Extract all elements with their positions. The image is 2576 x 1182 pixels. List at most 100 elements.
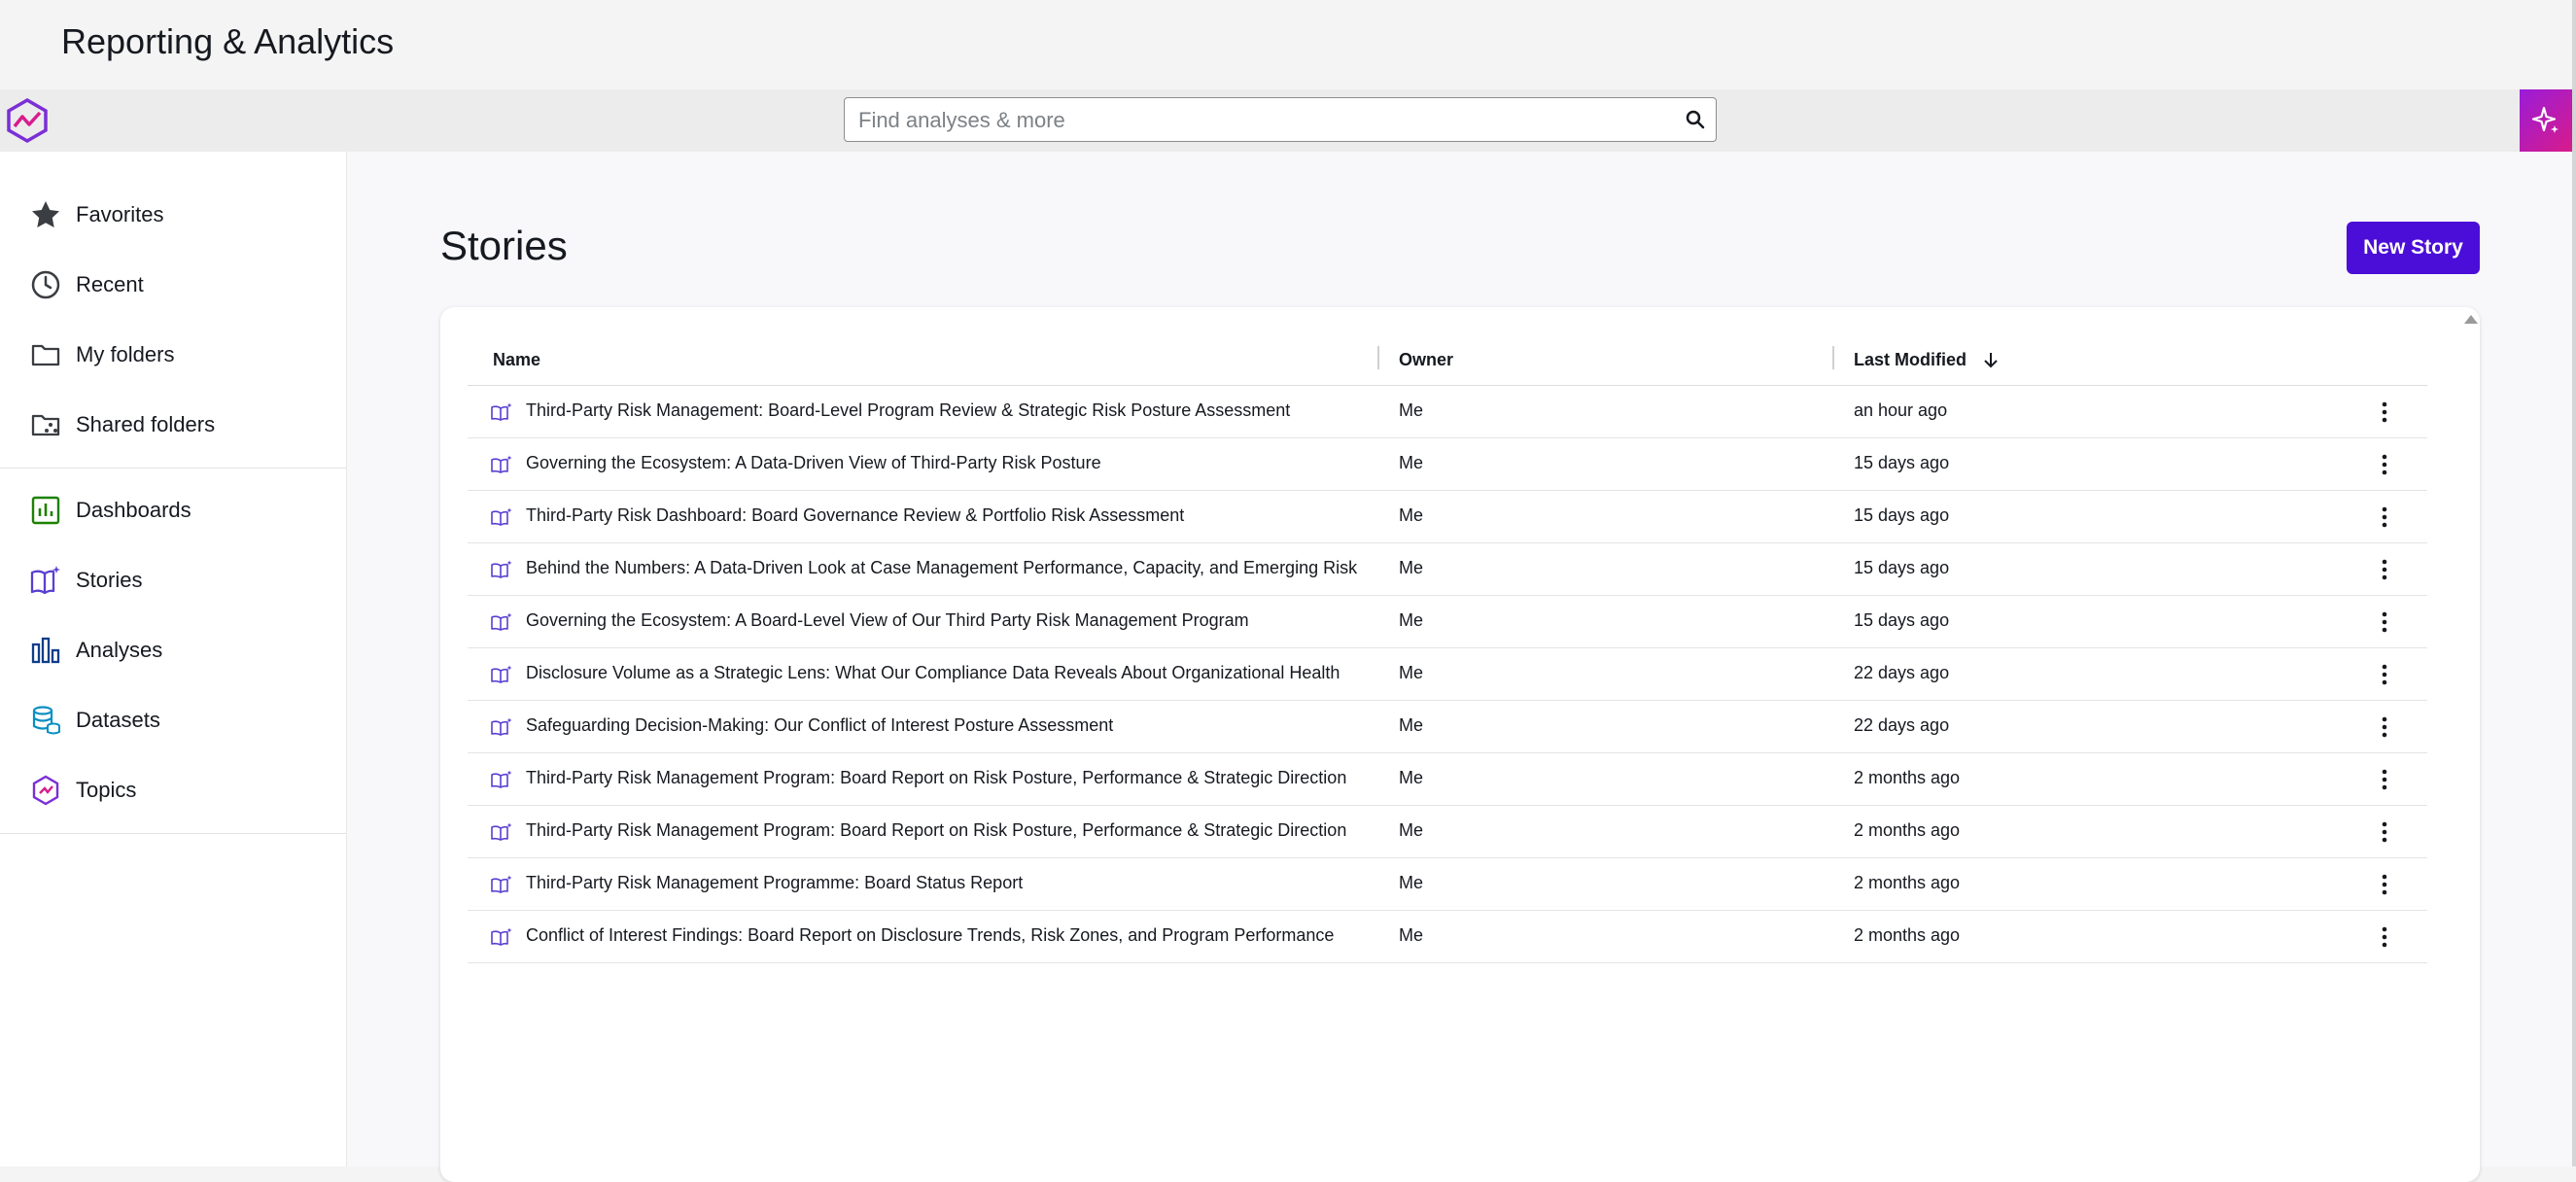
sidebar-divider bbox=[0, 833, 346, 834]
story-icon bbox=[491, 717, 512, 736]
story-last-modified: 22 days ago bbox=[1854, 663, 1950, 682]
table-row[interactable]: Third-Party Risk Management Programme: B… bbox=[468, 858, 2427, 911]
table-row[interactable]: Conflict of Interest Findings: Board Rep… bbox=[468, 911, 2427, 963]
search-icon[interactable] bbox=[1685, 109, 1706, 130]
sidebar-item-favorites[interactable]: Favorites bbox=[29, 195, 163, 234]
search-input[interactable] bbox=[856, 98, 1677, 143]
story-owner: Me bbox=[1399, 558, 1424, 577]
search-box[interactable] bbox=[844, 97, 1717, 143]
story-owner: Me bbox=[1399, 400, 1424, 420]
story-owner: Me bbox=[1399, 715, 1424, 735]
table-row[interactable]: Governing the Ecosystem: A Board-Level V… bbox=[468, 596, 2427, 648]
table-body: Third-Party Risk Management: Board-Level… bbox=[468, 386, 2427, 963]
story-icon bbox=[491, 770, 512, 788]
sidebar-item-label: My folders bbox=[76, 342, 175, 366]
table-row[interactable]: Safeguarding Decision-Making: Our Confli… bbox=[468, 701, 2427, 753]
story-name-link[interactable]: Disclosure Volume as a Strategic Lens: W… bbox=[526, 663, 1393, 683]
more-options-icon[interactable] bbox=[2375, 662, 2394, 687]
more-options-icon[interactable] bbox=[2375, 609, 2394, 635]
story-icon bbox=[491, 612, 512, 631]
table-row[interactable]: Third-Party Risk Management: Board-Level… bbox=[468, 386, 2427, 438]
story-owner: Me bbox=[1399, 505, 1424, 525]
column-resizer[interactable] bbox=[1377, 346, 1379, 369]
story-owner: Me bbox=[1399, 925, 1424, 945]
table-scroll-up-arrow-icon[interactable] bbox=[2464, 315, 2478, 324]
story-name-link[interactable]: Behind the Numbers: A Data-Driven Look a… bbox=[526, 558, 1393, 578]
story-last-modified: 15 days ago bbox=[1854, 505, 1950, 525]
column-header-owner[interactable]: Owner bbox=[1399, 350, 1453, 370]
more-options-icon[interactable] bbox=[2375, 924, 2394, 950]
story-owner: Me bbox=[1399, 768, 1424, 787]
table-row[interactable]: Governing the Ecosystem: A Data-Driven V… bbox=[468, 438, 2427, 491]
table-row[interactable]: Third-Party Risk Management Program: Boa… bbox=[468, 753, 2427, 806]
new-story-button[interactable]: New Story bbox=[2347, 222, 2480, 274]
sidebar-item-my-folders[interactable]: My folders bbox=[29, 335, 174, 374]
table-row[interactable]: Third-Party Risk Management Program: Boa… bbox=[468, 806, 2427, 858]
story-last-modified: 2 months ago bbox=[1854, 925, 1961, 945]
story-name-link[interactable]: Governing the Ecosystem: A Data-Driven V… bbox=[526, 453, 1393, 473]
story-last-modified: 22 days ago bbox=[1854, 715, 1950, 735]
sidebar-item-label: Datasets bbox=[76, 708, 160, 732]
table-row[interactable]: Disclosure Volume as a Strategic Lens: W… bbox=[468, 648, 2427, 701]
story-icon bbox=[491, 560, 512, 578]
sparkle-icon bbox=[2531, 106, 2559, 133]
clock-icon bbox=[29, 268, 62, 301]
sidebar-item-label: Shared folders bbox=[76, 412, 216, 436]
table-row[interactable]: Third-Party Risk Dashboard: Board Govern… bbox=[468, 491, 2427, 543]
page-title: Stories bbox=[440, 223, 568, 268]
more-options-icon[interactable] bbox=[2375, 557, 2394, 582]
story-name-link[interactable]: Third-Party Risk Management Programme: B… bbox=[526, 873, 1393, 893]
sidebar-item-analyses[interactable]: Analyses bbox=[29, 631, 162, 670]
sidebar: Favorites Recent My folders Shared folde… bbox=[0, 152, 347, 1166]
more-options-icon[interactable] bbox=[2375, 819, 2394, 845]
more-options-icon[interactable] bbox=[2375, 504, 2394, 530]
more-options-icon[interactable] bbox=[2375, 714, 2394, 740]
story-last-modified: 2 months ago bbox=[1854, 873, 1961, 892]
more-options-icon[interactable] bbox=[2375, 400, 2394, 425]
sidebar-item-stories[interactable]: Stories bbox=[29, 561, 142, 600]
sidebar-item-dashboards[interactable]: Dashboards bbox=[29, 491, 191, 530]
sidebar-item-shared-folders[interactable]: Shared folders bbox=[29, 405, 215, 444]
story-owner: Me bbox=[1399, 873, 1424, 892]
sidebar-item-topics[interactable]: Topics bbox=[29, 771, 136, 810]
more-options-icon[interactable] bbox=[2375, 452, 2394, 477]
story-name-link[interactable]: Conflict of Interest Findings: Board Rep… bbox=[526, 925, 1393, 946]
column-resizer[interactable] bbox=[1832, 346, 1834, 369]
column-header-last-modified[interactable]: Last Modified bbox=[1854, 350, 2001, 370]
story-icon bbox=[491, 402, 512, 421]
sidebar-item-label: Dashboards bbox=[76, 498, 191, 522]
story-name-link[interactable]: Third-Party Risk Dashboard: Board Govern… bbox=[526, 505, 1393, 526]
ai-assistant-button[interactable] bbox=[2520, 89, 2572, 152]
dashboard-icon bbox=[29, 494, 62, 527]
story-name-link[interactable]: Safeguarding Decision-Making: Our Confli… bbox=[526, 715, 1393, 736]
app-title: Reporting & Analytics bbox=[61, 21, 395, 61]
sort-descending-icon[interactable] bbox=[1981, 350, 2001, 369]
story-last-modified: 15 days ago bbox=[1854, 453, 1950, 472]
sidebar-item-datasets[interactable]: Datasets bbox=[29, 701, 160, 740]
story-owner: Me bbox=[1399, 820, 1424, 840]
sidebar-item-label: Stories bbox=[76, 568, 143, 592]
column-header-name[interactable]: Name bbox=[493, 350, 540, 370]
window-scrollbar[interactable] bbox=[2572, 0, 2576, 1166]
sidebar-item-label: Topics bbox=[76, 778, 137, 802]
story-owner: Me bbox=[1399, 663, 1424, 682]
quicksight-logo-icon[interactable] bbox=[5, 97, 50, 144]
more-options-icon[interactable] bbox=[2375, 767, 2394, 792]
story-name-link[interactable]: Third-Party Risk Management: Board-Level… bbox=[526, 400, 1393, 421]
table-row[interactable]: Behind the Numbers: A Data-Driven Look a… bbox=[468, 543, 2427, 596]
story-icon bbox=[491, 455, 512, 473]
more-options-icon[interactable] bbox=[2375, 872, 2394, 897]
analyses-icon bbox=[29, 634, 62, 667]
sidebar-item-recent[interactable]: Recent bbox=[29, 265, 144, 304]
story-last-modified: 2 months ago bbox=[1854, 768, 1961, 787]
stories-table: Name Owner Last Modified Third-Party Ris… bbox=[468, 336, 2427, 963]
story-name-link[interactable]: Third-Party Risk Management Program: Boa… bbox=[526, 820, 1393, 841]
story-name-link[interactable]: Third-Party Risk Management Program: Boa… bbox=[526, 768, 1393, 788]
story-name-link[interactable]: Governing the Ecosystem: A Board-Level V… bbox=[526, 610, 1393, 631]
sidebar-item-label: Analyses bbox=[76, 638, 163, 662]
story-icon bbox=[491, 507, 512, 526]
story-last-modified: 15 days ago bbox=[1854, 558, 1950, 577]
sidebar-item-label: Favorites bbox=[76, 202, 164, 226]
story-last-modified: 15 days ago bbox=[1854, 610, 1950, 630]
sidebar-item-label: Recent bbox=[76, 272, 144, 296]
